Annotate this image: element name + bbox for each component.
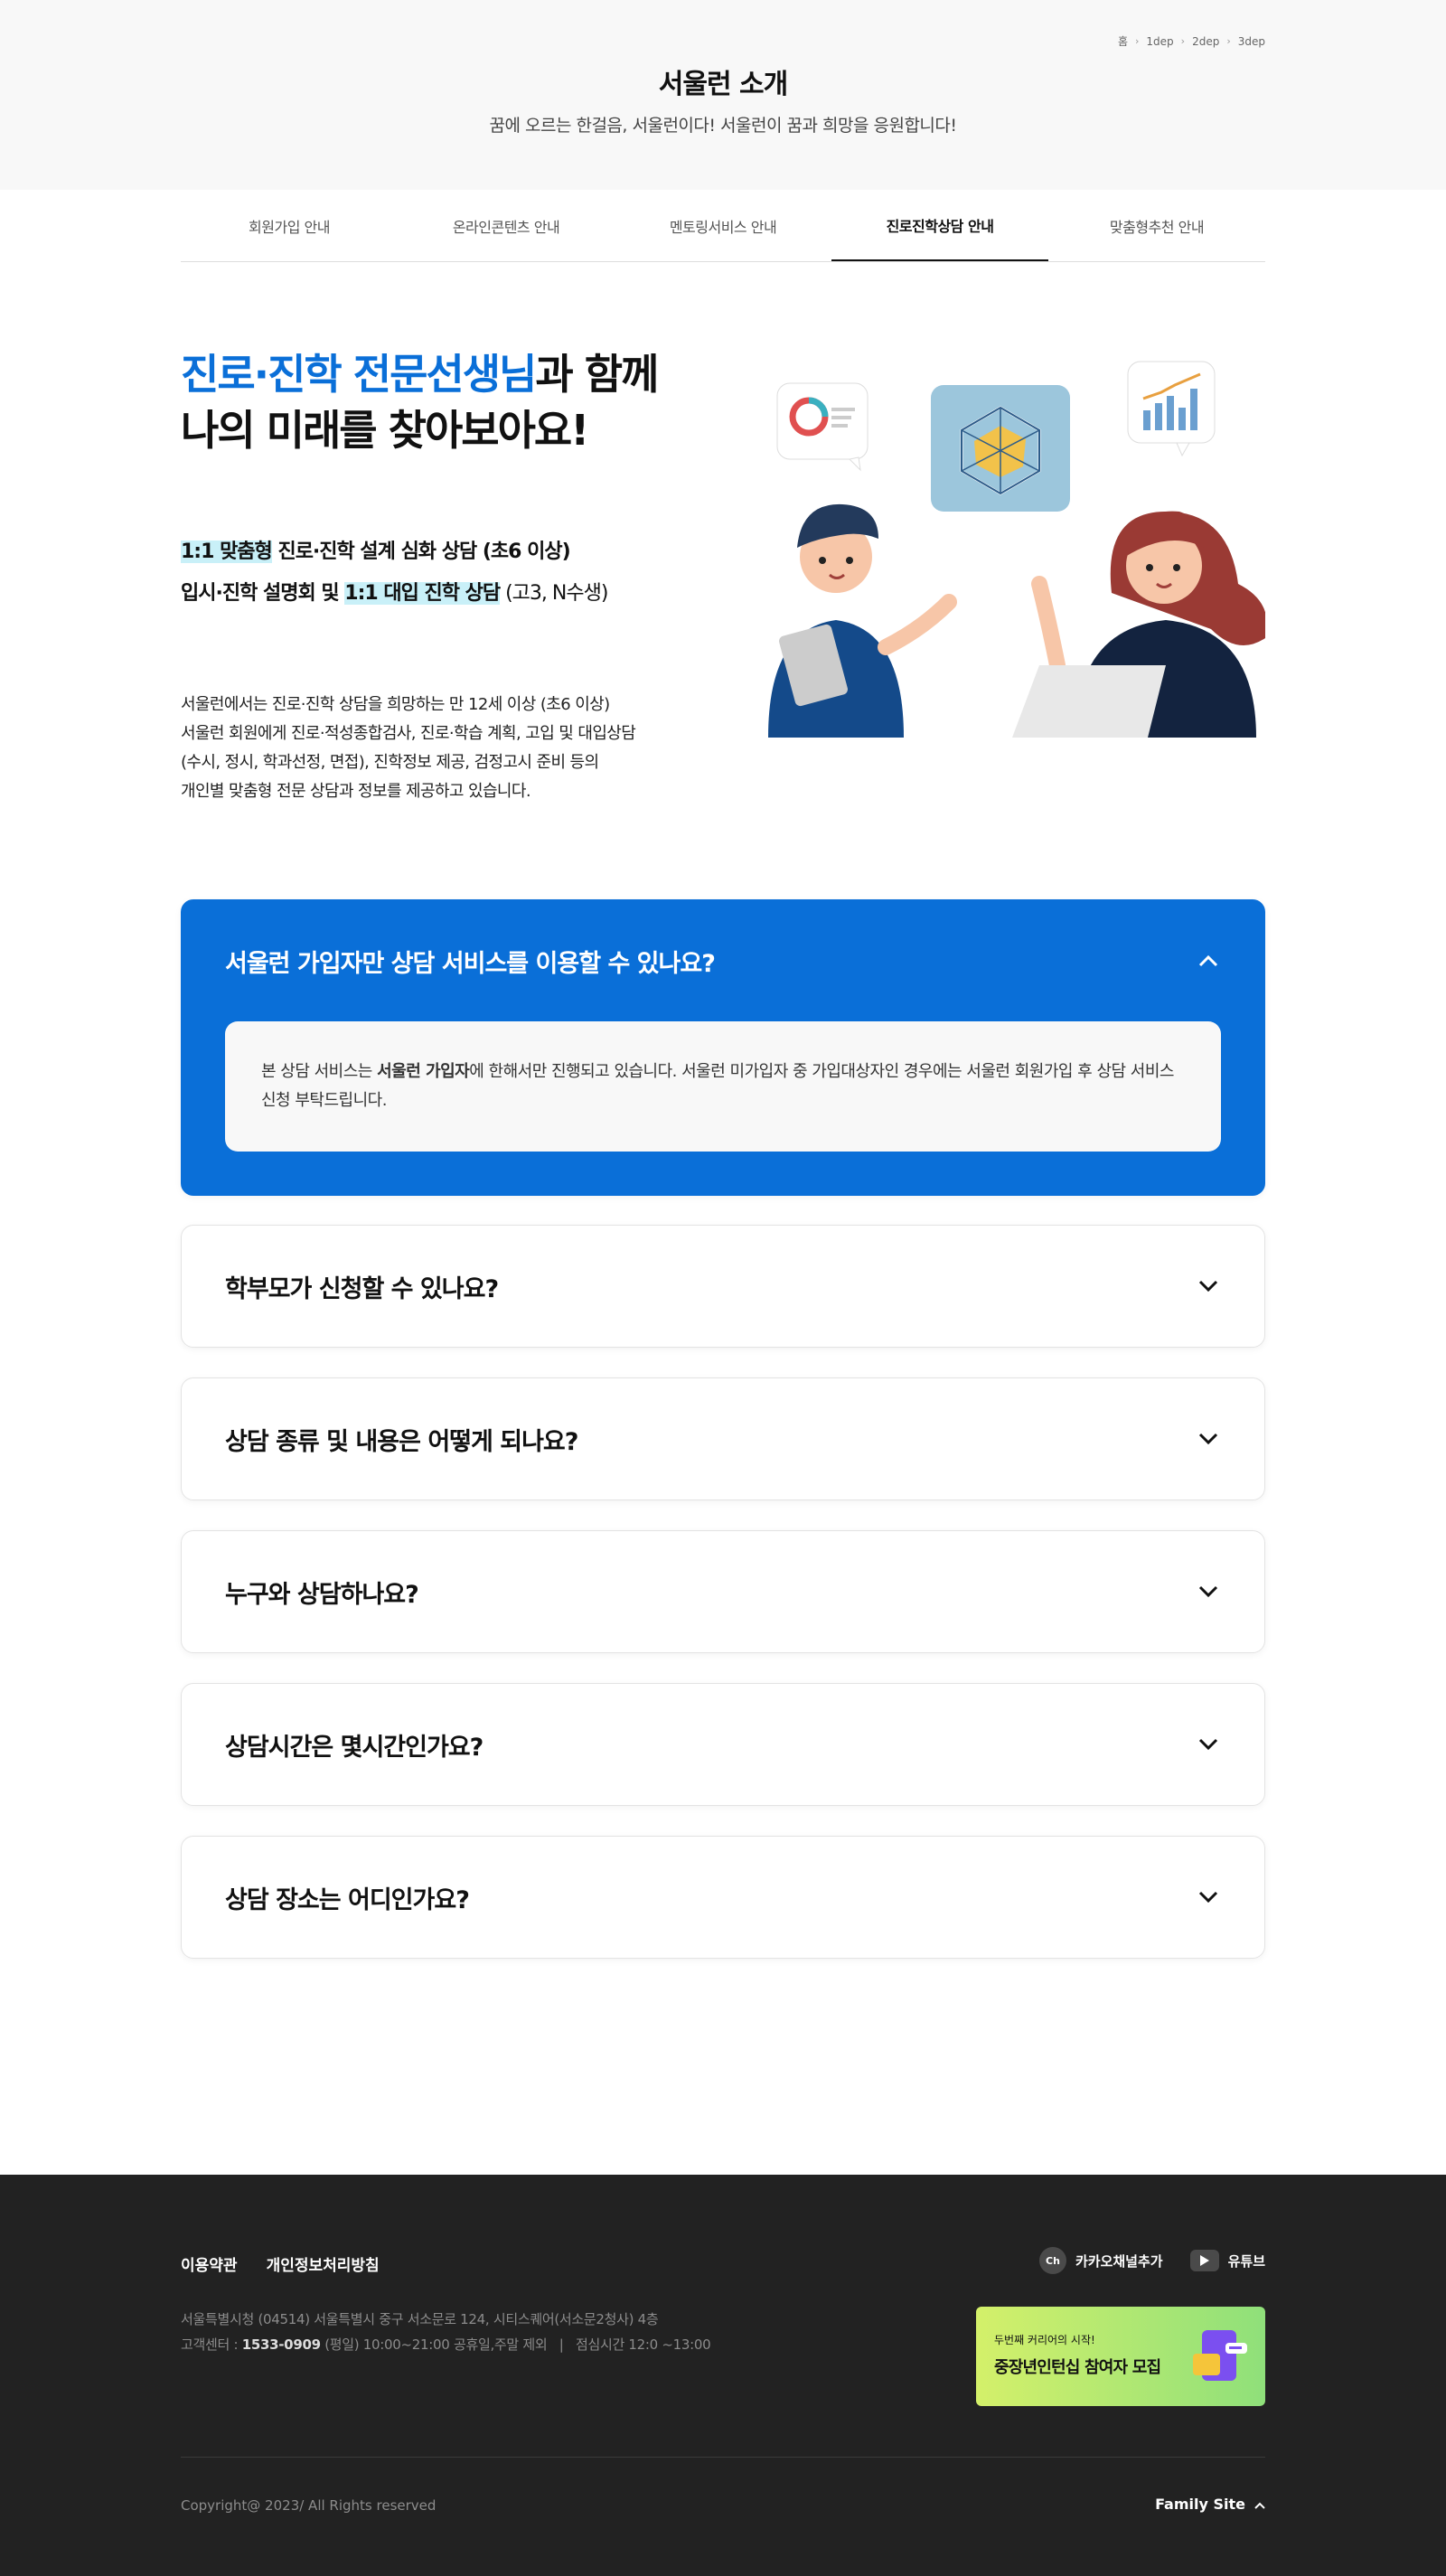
terms-link[interactable]: 이용약관 [181,2252,238,2275]
page-subtitle: 꿈에 오르는 한걸음, 서울런이다! 서울런이 꿈과 희망을 응원합니다! [489,116,957,136]
youtube-icon [1189,2250,1219,2271]
cs-hours: (평일) 10:00~21:00 공휴일,주말 제외 | 점심시간 12:0 ~… [320,2336,711,2353]
chevron-right-icon: › [1134,35,1140,47]
breadcrumb-home[interactable]: 홈 [1118,33,1128,49]
faq-item: 상담 장소는 어디인가요? [181,1836,1265,1959]
point2-post: (고3, N수생) [500,582,608,605]
faq-question-toggle[interactable]: 상담 종류 및 내용은 어떻게 되나요? [182,1378,1264,1500]
document-icon [1193,2330,1247,2381]
answer-bold: 서울런 가입자 [377,1062,470,1081]
faq-item: 학부모가 신청할 수 있나요? [181,1225,1265,1348]
faq-question: 상담시간은 몇시간인가요? [225,1733,484,1762]
tab-recommendation-guide[interactable]: 맞춤형추천 안내 [1048,190,1265,261]
intro-headline: 진로·진학 전문선생님과 함께 나의 미래를 찾아보아요! [181,346,659,458]
breadcrumb: 홈 › 1dep › 2dep › 3dep [1118,33,1265,49]
chevron-down-icon[interactable] [1196,1732,1221,1757]
youtube-link[interactable]: 유튜브 [1189,2247,1265,2274]
donut-chart-bubble-icon [776,382,869,472]
chevron-up-icon[interactable] [1196,948,1221,973]
point1-highlight: 1:1 맞춤형 [181,541,273,563]
footer-address: 서울특별시청 (04514) 서울특별시 중구 서소문로 124, 시티스퀘어(… [181,2307,711,2357]
counseling-illustration [768,361,1265,738]
desc-line: 서울런에서는 진로·진학 상담을 희망하는 만 12세 이상 (초6 이상) [181,695,610,714]
page-title: 서울런 소개 [658,69,788,100]
faq-question-toggle[interactable]: 서울런 가입자만 상담 서비스를 이용할 수 있나요? [182,900,1264,1021]
headline-rest: 과 함께 [535,350,659,399]
chevron-down-icon[interactable] [1196,1426,1221,1452]
chevron-up-icon [1254,2496,1265,2513]
faq-item: 상담 종류 및 내용은 어떻게 되나요? [181,1377,1265,1500]
chevron-down-icon[interactable] [1196,1274,1221,1299]
copyright: Copyright@ 2023/ All Rights reserved [181,2497,437,2514]
desc-line: 서울런 회원에게 진로·적성종합검사, 진로·학습 계획, 고입 및 대입상담 [181,724,636,743]
headline-line2: 나의 미래를 찾아보아요! [181,406,589,455]
kakao-channel-link[interactable]: Ch 카카오채널추가 [1038,2247,1163,2274]
faq-question: 학부모가 신청할 수 있나요? [225,1274,499,1303]
customer-center: 고객센터 : 1533-0909 (평일) 10:00~21:00 공휴일,주말… [181,2332,711,2357]
point2-highlight: 1:1 대입 진학 상담 [344,582,501,605]
faq-item-open: 서울런 가입자만 상담 서비스를 이용할 수 있나요? 본 상담 서비스는 서울… [181,899,1265,1196]
intro-point-1: 1:1 맞춤형 진로·진학 설계 심화 상담 (초6 이상) [181,535,571,564]
tab-signup-guide[interactable]: 회원가입 안내 [181,190,398,261]
point2-pre: 입시·진학 설명회 및 [181,582,345,605]
social-links: Ch 카카오채널추가 유튜브 [1038,2247,1265,2274]
tab-career-counseling-guide[interactable]: 진로진학상담 안내 [831,190,1048,261]
page-hero: 홈 › 1dep › 2dep › 3dep 서울런 소개 꿈에 오르는 한걸음… [0,0,1446,190]
headline-highlight: 진로·진학 전문선생님 [181,350,537,399]
kakao-channel-icon: Ch [1038,2247,1066,2274]
radar-chart-panel-icon [931,385,1070,512]
internship-banner[interactable]: 두번째 커리어의 시작! 중장년인턴십 참여자 모집 [976,2307,1265,2406]
faq-question-toggle[interactable]: 상담 장소는 어디인가요? [182,1837,1264,1958]
bar-chart-bubble-icon [1127,361,1216,457]
family-site-toggle[interactable]: Family Site [1155,2496,1265,2513]
faq-item: 상담시간은 몇시간인가요? [181,1683,1265,1806]
desc-line: 개인별 맞춤형 전문 상담과 정보를 제공하고 있습니다. [181,782,531,801]
tab-online-content-guide[interactable]: 온라인콘텐츠 안내 [398,190,615,261]
faq-question-toggle[interactable]: 누구와 상담하나요? [182,1531,1264,1652]
counselor-figure-icon [1012,511,1265,738]
intro-point-2: 입시·진학 설명회 및 1:1 대입 진학 상담 (고3, N수생) [181,577,608,606]
point1-text: 진로·진학 설계 심화 상담 (초6 이상) [271,541,570,563]
chevron-down-icon[interactable] [1196,1579,1221,1604]
cs-number: 1533-0909 [241,2336,321,2353]
faq-question: 서울런 가입자만 상담 서비스를 이용할 수 있나요? [225,949,716,978]
faq-answer: 본 상담 서비스는 서울런 가입자에 한해서만 진행되고 있습니다. 서울런 미… [225,1021,1221,1152]
faq-question: 상담 종류 및 내용은 어떻게 되나요? [225,1427,578,1456]
faq-accordion: 서울런 가입자만 상담 서비스를 이용할 수 있나요? 본 상담 서비스는 서울… [181,899,1265,1959]
intro-description: 서울런에서는 진로·진학 상담을 희망하는 만 12세 이상 (초6 이상) 서… [181,691,636,806]
student-figure-icon [768,503,957,738]
youtube-label: 유튜브 [1227,2252,1265,2270]
section-tabs: 회원가입 안내 온라인콘텐츠 안내 멘토링서비스 안내 진로진학상담 안내 맞춤… [181,190,1265,262]
breadcrumb-1dep[interactable]: 1dep [1146,35,1173,48]
faq-question: 누구와 상담하나요? [225,1580,419,1609]
faq-item: 누구와 상담하나요? [181,1530,1265,1653]
desc-line: (수시, 정시, 학과선정, 면접), 진학정보 제공, 검정고시 준비 등의 [181,753,599,772]
intro-section: 진로·진학 전문선생님과 함께 나의 미래를 찾아보아요! 1:1 맞춤형 진로… [181,262,1265,899]
kakao-label: 카카오채널추가 [1075,2252,1163,2270]
breadcrumb-3dep[interactable]: 3dep [1238,35,1265,48]
footer-divider [181,2457,1265,2458]
family-site-label: Family Site [1155,2496,1245,2513]
cs-label: 고객센터 : [181,2336,242,2353]
faq-question-toggle[interactable]: 학부모가 신청할 수 있나요? [182,1226,1264,1347]
faq-question: 상담 장소는 어디인가요? [225,1885,470,1914]
site-footer: 이용약관 개인정보처리방침 서울특별시청 (04514) 서울특별시 중구 서소… [0,2175,1446,2576]
address-text: 서울특별시청 (04514) 서울특별시 중구 서소문로 124, 시티스퀘어(… [181,2311,659,2327]
tab-mentoring-guide[interactable]: 멘토링서비스 안내 [615,190,831,261]
faq-question-toggle[interactable]: 상담시간은 몇시간인가요? [182,1684,1264,1805]
breadcrumb-2dep[interactable]: 2dep [1192,35,1219,48]
chevron-right-icon: › [1226,35,1231,47]
chevron-right-icon: › [1180,35,1186,47]
privacy-policy-link[interactable]: 개인정보처리방침 [267,2252,380,2275]
chevron-down-icon[interactable] [1196,1885,1221,1910]
footer-links: 이용약관 개인정보처리방침 [181,2252,380,2275]
answer-text: 본 상담 서비스는 [261,1062,378,1081]
